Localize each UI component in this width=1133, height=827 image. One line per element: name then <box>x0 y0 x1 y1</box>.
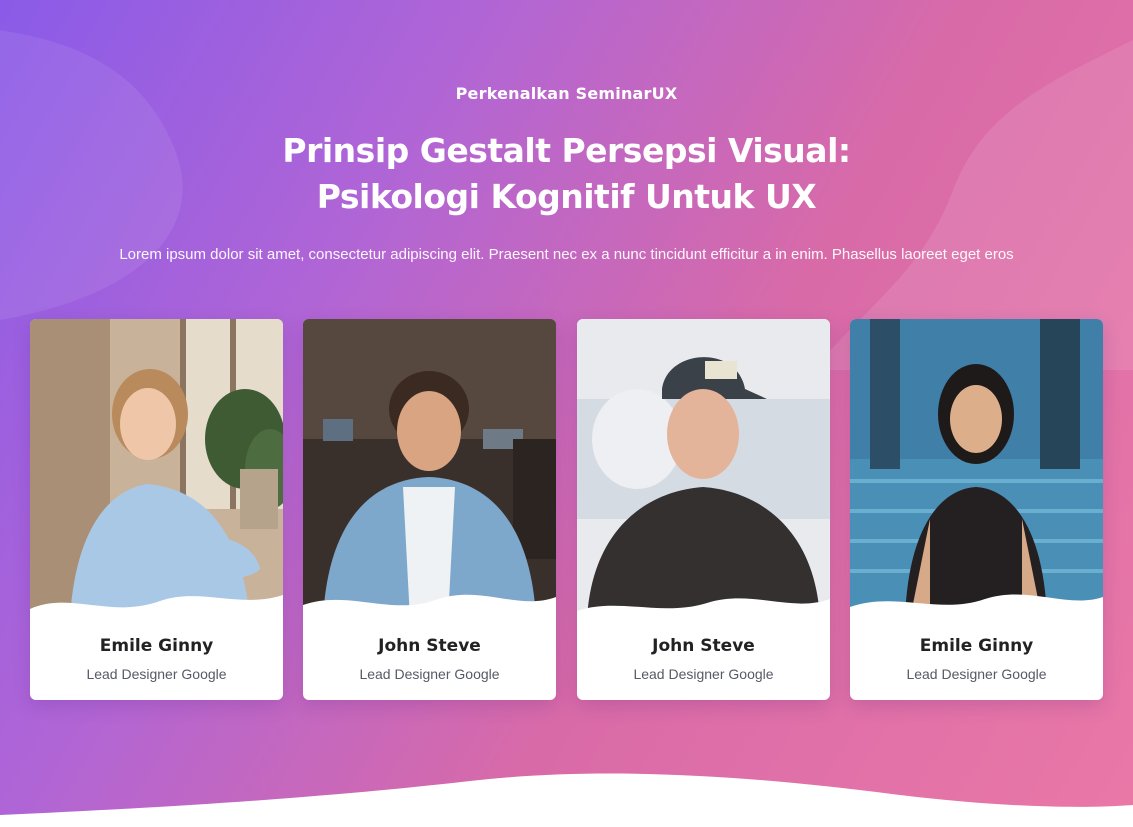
speaker-photo <box>577 319 830 619</box>
section-title-line-2: Psikologi Kognitif Untuk UX <box>316 177 817 216</box>
speaker-card[interactable]: Emile Ginny Lead Designer Google <box>30 319 283 700</box>
card-wave <box>30 595 283 627</box>
speaker-name: John Steve <box>378 636 481 656</box>
speaker-role: Lead Designer Google <box>86 666 227 682</box>
section-title-line-1: Prinsip Gestalt Persepsi Visual: <box>282 131 851 170</box>
card-wave <box>303 594 556 627</box>
speaker-card[interactable]: John Steve Lead Designer Google <box>303 319 556 700</box>
speaker-photo <box>30 319 283 619</box>
speaker-role: Lead Designer Google <box>359 666 500 682</box>
bottom-wave-divider <box>0 773 1133 827</box>
speaker-name: Emile Ginny <box>919 636 1034 656</box>
section-title: Prinsip Gestalt Persepsi Visual: Psikolo… <box>0 128 1133 220</box>
section-eyebrow: Perkenalkan SeminarUX <box>455 84 678 103</box>
speaker-role: Lead Designer Google <box>633 666 774 682</box>
speaker-card[interactable]: John Steve Lead Designer Google <box>577 319 830 700</box>
speaker-name: Emile Ginny <box>99 636 214 656</box>
speaker-photo <box>303 319 556 619</box>
speaker-photo <box>850 319 1103 619</box>
section-description: Lorem ipsum dolor sit amet, consectetur … <box>119 246 1014 263</box>
speaker-name: John Steve <box>652 636 755 656</box>
card-wave <box>577 598 830 627</box>
card-wave <box>850 594 1103 627</box>
speaker-card[interactable]: Emile Ginny Lead Designer Google <box>850 319 1103 700</box>
speaker-role: Lead Designer Google <box>906 666 1047 682</box>
